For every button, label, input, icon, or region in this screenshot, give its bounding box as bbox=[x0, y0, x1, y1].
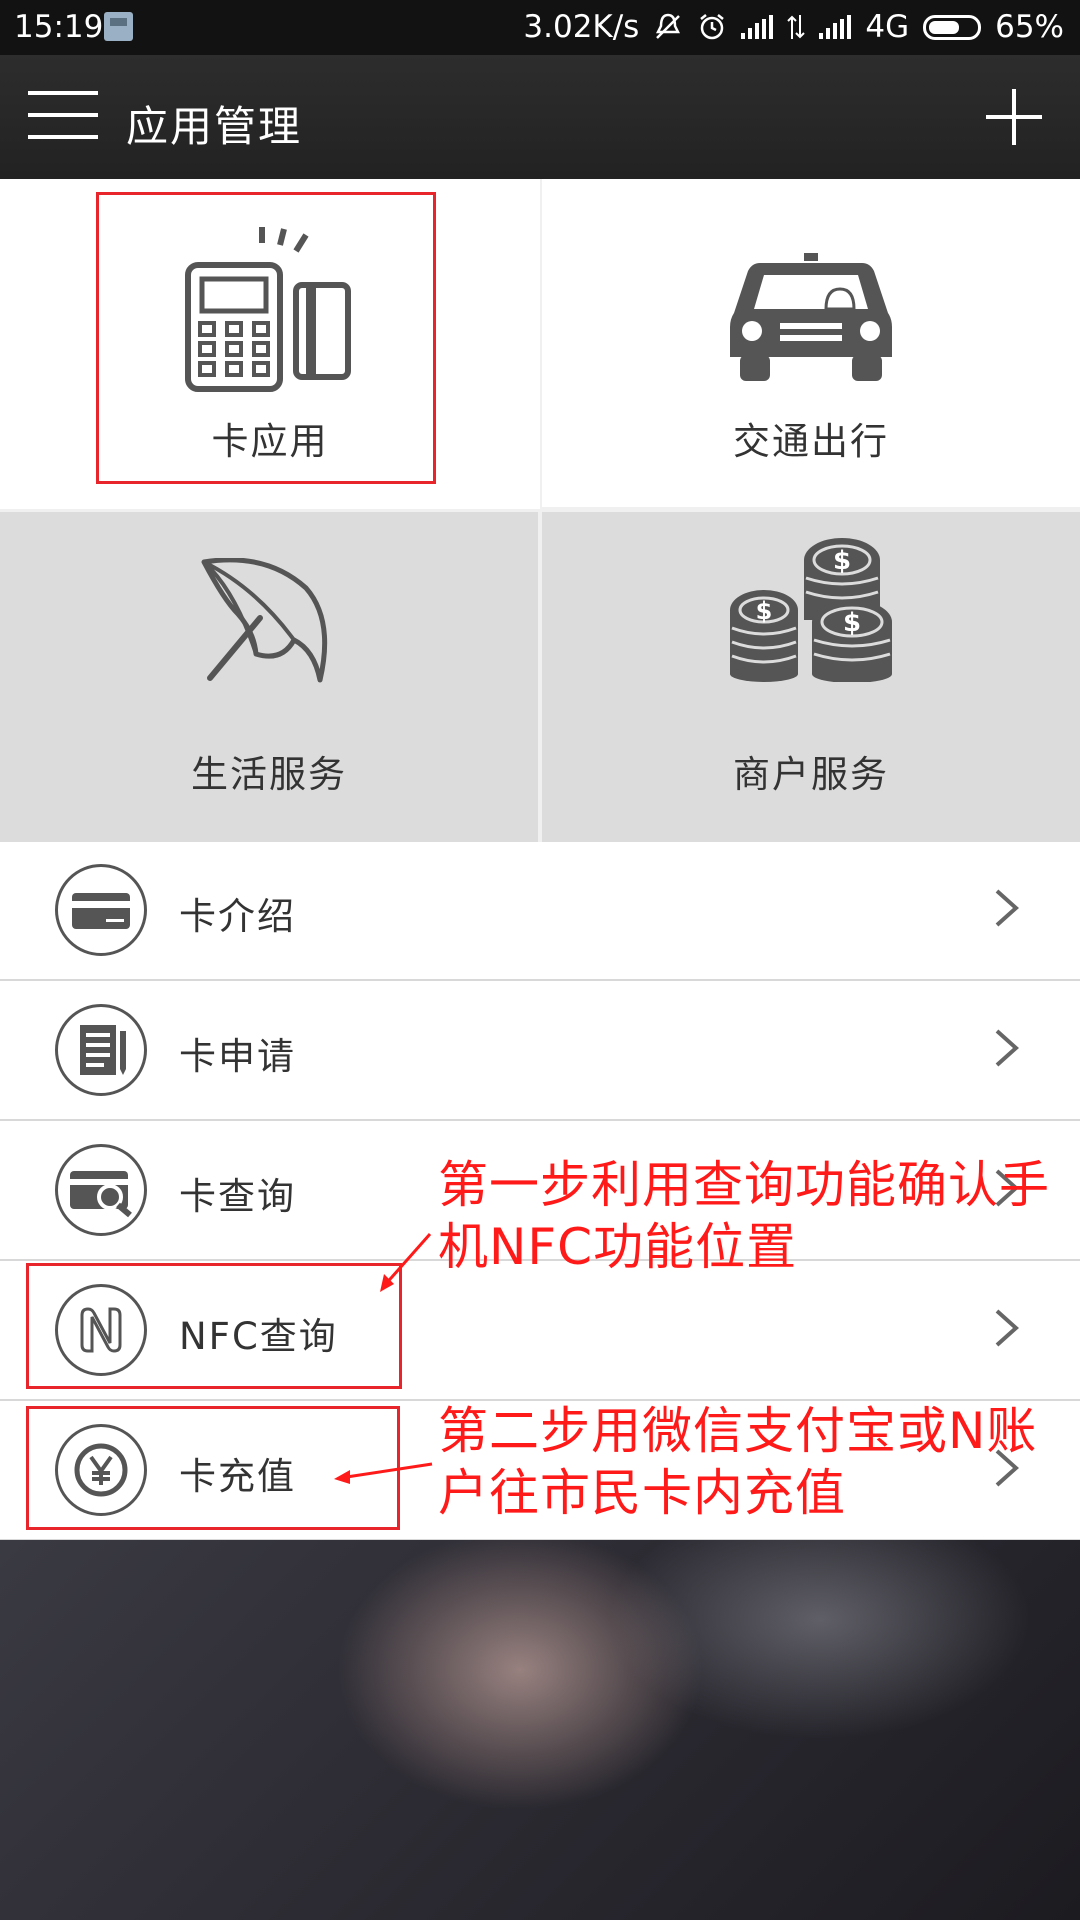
annotation-step1: 第一步利用查询功能确认手 机NFC功能位置 bbox=[438, 1154, 1050, 1278]
annotation-arrows bbox=[334, 1233, 433, 1484]
annotation-step2: 第二步用微信支付宝或N账 户往市民卡内充值 bbox=[438, 1400, 1037, 1524]
annotation-step1-line1: 第一步利用查询功能确认手 bbox=[438, 1156, 1050, 1214]
annotation-step1-line2: 机NFC功能位置 bbox=[438, 1218, 798, 1276]
annotation-step2-line1: 第二步用微信支付宝或N账 bbox=[438, 1402, 1038, 1460]
annotation-step2-line2: 户往市民卡内充值 bbox=[438, 1464, 846, 1522]
